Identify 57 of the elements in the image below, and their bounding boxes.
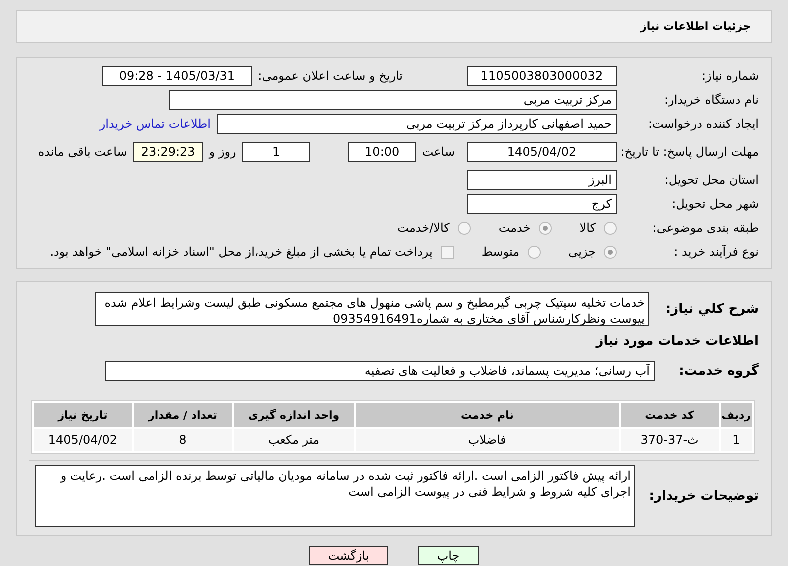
- field-label: ایجاد کننده درخواست:: [647, 117, 760, 131]
- service-group-field[interactable]: آب رسانی؛ مدیریت پسماند، فاضلاب و فعالیت های تصفیه: [105, 361, 655, 381]
- buyer-notes-box[interactable]: ارائه پیش فاکتور الزامی است .ارائه فاکتور ثبت شده در سامانه مودیان مالیاتی توسط برنده الزامی است .رعایت و اجرای کلیه شروط و شرایط فنی در پیوست الزامی است: [35, 465, 635, 527]
- deadline-time-field[interactable]: 10:00: [348, 142, 416, 162]
- contact-link[interactable]: اطلاعات تماس خریدار: [100, 117, 211, 131]
- field-label: شماره نیاز:: [701, 69, 760, 83]
- table-cell: متر مکعب: [234, 429, 354, 451]
- print-button[interactable]: چاپ: [418, 546, 479, 565]
- section-heading: اطلاعات خدمات مورد نیاز: [596, 334, 760, 348]
- page-title: جزئیات اطلاعات نیاز: [640, 20, 751, 33]
- field-label: ساعت: [422, 145, 455, 159]
- radio-label: خدمت: [498, 221, 531, 235]
- city-field[interactable]: کرج: [467, 194, 617, 214]
- announce-date-field[interactable]: 1405/03/31 - 09:28: [102, 66, 252, 86]
- field-label: تاریخ و ساعت اعلان عمومی:: [258, 69, 403, 83]
- radio-button[interactable]: [528, 246, 541, 258]
- column-header: ردیف: [720, 403, 752, 427]
- table-cell: ث-37-370: [620, 429, 719, 451]
- days-field[interactable]: 1: [242, 142, 310, 162]
- column-header: تعداد / مقدار: [134, 403, 232, 427]
- field-label: استان محل تحویل:: [664, 173, 760, 187]
- table-cell: 1405/04/02: [34, 429, 132, 451]
- radio-button[interactable]: [604, 246, 617, 258]
- table-cell: 1: [720, 429, 752, 451]
- column-header: تاریخ نیاز: [34, 403, 132, 427]
- province-field[interactable]: البرز: [467, 170, 617, 190]
- table-cell: 8: [134, 429, 232, 451]
- field-label: نوع فرآیند خرید :: [673, 245, 760, 259]
- field-label: نام دستگاه خریدار:: [664, 93, 760, 107]
- field-label: روز و: [209, 145, 236, 159]
- field-label: مهلت ارسال پاسخ: تا تاریخ:: [623, 145, 760, 159]
- radio-label: کالا: [580, 221, 596, 235]
- back-button[interactable]: بازگشت: [309, 546, 388, 565]
- creator-field[interactable]: حمید اصفهانی کارپرداز مرکز تربیت مربی: [217, 114, 617, 134]
- remaining-time-field[interactable]: 23:29:23: [133, 142, 204, 162]
- checkbox[interactable]: [440, 246, 454, 258]
- buyer-field[interactable]: مرکز تربیت مربی: [169, 90, 617, 110]
- field-label: گروه خدمت:: [678, 364, 760, 378]
- field-label: ساعت باقی مانده: [38, 145, 128, 159]
- deadline-date-field[interactable]: 1405/04/02: [467, 142, 617, 162]
- field-label: شهر محل تحویل:: [671, 197, 760, 211]
- radio-label: متوسط: [482, 245, 520, 259]
- checkbox-label: پرداخت تمام یا بخشی از مبلغ خرید،از محل "اسناد خزانه اسلامی" خواهد بود.: [50, 245, 433, 259]
- table-cell: فاضلاب: [356, 429, 619, 451]
- column-header: واحد اندازه گیری: [234, 403, 354, 427]
- field-label: شرح کلي نياز:: [664, 302, 760, 316]
- field-label: طبقه بندی موضوعی:: [652, 221, 760, 235]
- radio-button[interactable]: [538, 222, 552, 234]
- radio-button[interactable]: [604, 222, 617, 234]
- column-header: کد خدمت: [620, 403, 719, 427]
- column-header: نام خدمت: [356, 403, 619, 427]
- field-label: توضیحات خریدار:: [648, 488, 759, 504]
- radio-label: جزیی: [568, 245, 596, 259]
- description-box[interactable]: خدمات تخلیه سپتیک چربی گیرمطبخ و سم پاشی منهول های مجتمع مسکونی طبق لیست وشرایط اعلام شده پیوست ونظرکارشناس آقای مختاری به شماره09354916491: [95, 292, 649, 326]
- radio-button[interactable]: [458, 222, 471, 234]
- radio-label: کالا/خدمت: [398, 221, 450, 235]
- need-number-field[interactable]: 1105003803000032: [467, 66, 617, 86]
